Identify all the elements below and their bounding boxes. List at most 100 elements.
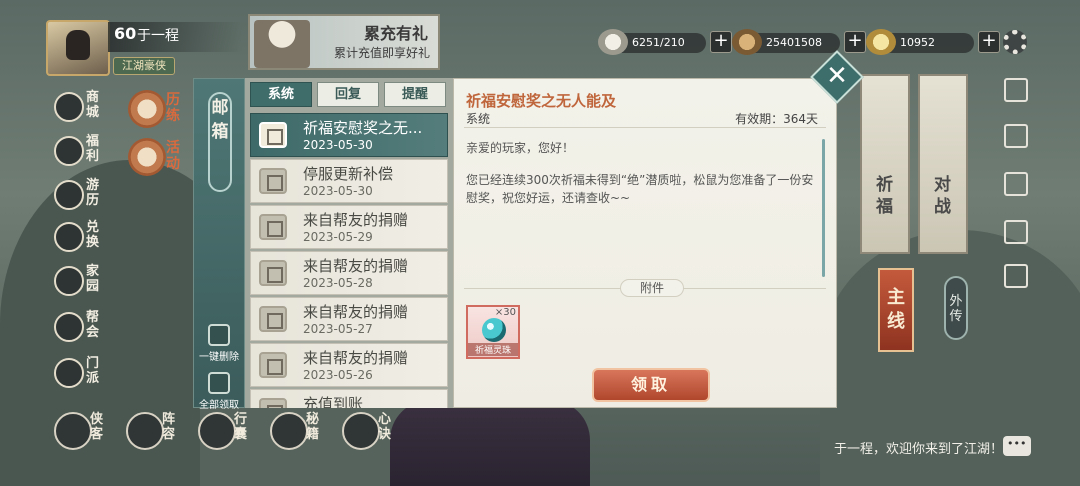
chat-message[interactable]: 于一程，欢迎你来到了江湖！	[834, 438, 1003, 457]
scroll-label: 祈福	[876, 175, 893, 217]
trash-icon	[208, 324, 230, 346]
nav-welfare[interactable]: 福利	[52, 132, 104, 176]
resource-value: 10952	[900, 36, 935, 49]
add-silver-button[interactable]: +	[710, 31, 732, 53]
mail-list-item[interactable]: 祈福安慰奖之无... 2023-05-30	[250, 113, 448, 157]
nav-label: 福利	[86, 134, 100, 164]
nav-mind-arts[interactable]: 心诀	[342, 412, 402, 456]
mail-list-item[interactable]: 停服更新补偿 2023-05-30	[250, 159, 448, 203]
nav-label: 活动	[166, 140, 180, 172]
mail-item-title: 来自帮友的捐赠	[303, 257, 409, 275]
mail-scrollbar[interactable]	[822, 139, 825, 277]
nav-training[interactable]: 历练	[128, 90, 190, 134]
mail-item-title: 来自帮友的捐赠	[303, 349, 409, 367]
add-gold-button[interactable]: +	[978, 31, 1000, 53]
mail-envelope-icon	[259, 168, 287, 194]
mail-item-date: 2023-05-29	[303, 230, 373, 244]
checklist-icon[interactable]	[1004, 220, 1028, 244]
copper-icon	[732, 29, 762, 55]
attachment-label: 附件	[620, 279, 684, 297]
card-icon[interactable]	[1004, 124, 1028, 148]
attachment-count: ×30	[494, 307, 516, 318]
nav-heroes[interactable]: 侠客	[54, 412, 114, 456]
claim-all-button[interactable]: 全部领取	[194, 372, 244, 411]
book-icon[interactable]	[1004, 264, 1028, 288]
nav-label: 秘籍	[306, 412, 320, 442]
nav-label: 行囊	[234, 412, 248, 442]
welfare-icon	[54, 136, 84, 166]
mail-item-date: 2023-05-26	[303, 368, 373, 382]
mail-item-title: 来自帮友的捐赠	[303, 211, 409, 229]
mail-list-item[interactable]: 来自帮友的捐赠 2023-05-26	[250, 343, 448, 387]
add-copper-button[interactable]: +	[844, 31, 866, 53]
mail-sender: 系统	[466, 112, 491, 126]
nav-label: 门派	[86, 356, 100, 386]
mail-envelope-icon	[259, 398, 287, 408]
nav-lineup[interactable]: 阵容	[126, 412, 186, 456]
mail-envelope-icon	[259, 352, 287, 378]
attachment-item[interactable]: ×30 祈福灵珠	[466, 305, 520, 359]
tab-reply[interactable]: 回复	[317, 82, 379, 107]
close-icon[interactable]: ✕	[818, 58, 856, 96]
scroll-battle[interactable]: 对战	[918, 74, 968, 254]
banner-character-image	[254, 20, 310, 68]
main-story-button[interactable]: 主线	[878, 268, 914, 352]
mail-envelope-icon	[259, 306, 287, 332]
lineup-icon	[126, 412, 164, 450]
tab-system[interactable]: 系统	[250, 82, 312, 107]
avatar[interactable]	[46, 20, 110, 76]
delete-all-button[interactable]: 一键删除	[194, 324, 244, 363]
training-icon	[128, 90, 166, 128]
guild-icon	[54, 312, 84, 342]
mail-panel-title: 邮箱	[208, 92, 232, 192]
attachment-name: 祈福灵珠	[468, 343, 518, 356]
chat-icon[interactable]	[1003, 436, 1031, 456]
mail-list-item[interactable]: 来自帮友的捐赠 2023-05-28	[250, 251, 448, 295]
claim-button[interactable]: 领取	[592, 368, 710, 402]
tab-reminder[interactable]: 提醒	[384, 82, 446, 107]
mail-item-title: 来自帮友的捐赠	[303, 303, 409, 321]
manual-icon	[270, 412, 308, 450]
background-character	[390, 400, 590, 486]
nav-guild[interactable]: 帮会	[52, 308, 104, 352]
mail-item-date: 2023-05-30	[303, 184, 373, 198]
ranking-icon[interactable]	[1004, 78, 1028, 102]
nav-manuals[interactable]: 秘籍	[270, 412, 330, 456]
nav-exchange[interactable]: 兑换	[52, 218, 104, 262]
mail-item-title: 停服更新补偿	[303, 165, 394, 183]
player-title-badge: 江湖豪侠	[113, 57, 175, 75]
scroll-pray[interactable]: 祈福	[860, 74, 910, 254]
mail-greeting: 亲爱的玩家，您好！	[466, 141, 575, 155]
spirit-orb-icon	[482, 318, 506, 342]
nav-label: 游历	[86, 178, 100, 208]
mail-item-date: 2023-05-30	[303, 138, 373, 152]
gear-icon[interactable]	[1003, 30, 1027, 54]
mail-item-title: 充值到账	[303, 395, 364, 408]
mail-list-item[interactable]: 来自帮友的捐赠 2023-05-27	[250, 297, 448, 341]
scroll-icon[interactable]	[1004, 172, 1028, 196]
nav-bag[interactable]: 行囊	[198, 412, 258, 456]
home-icon	[54, 266, 84, 296]
nav-label: 历练	[166, 92, 180, 124]
recharge-banner[interactable]: 累充有礼 累计充值即享好礼	[248, 14, 440, 70]
nav-travel[interactable]: 游历	[52, 176, 104, 220]
nav-shop[interactable]: 商城	[52, 88, 104, 132]
mail-item-date: 2023-05-27	[303, 322, 373, 336]
resource-value: 25401508	[766, 36, 822, 49]
mail-list-item[interactable]: 充值到账	[250, 389, 448, 408]
claim-all-label: 全部领取	[199, 400, 239, 411]
side-story-button[interactable]: 外传	[944, 276, 968, 340]
delete-all-label: 一键删除	[199, 352, 239, 363]
nav-home[interactable]: 家园	[52, 262, 104, 306]
hero-icon	[54, 412, 92, 450]
mail-envelope-icon	[259, 122, 287, 148]
bag-icon	[198, 412, 236, 450]
exchange-icon	[54, 222, 84, 252]
mail-list-item[interactable]: 来自帮友的捐赠 2023-05-29	[250, 205, 448, 249]
activity-icon	[128, 138, 166, 176]
divider	[464, 127, 826, 128]
nav-activity[interactable]: 活动	[128, 138, 190, 182]
mail-validity: 有效期：364天	[735, 112, 818, 126]
nav-sect[interactable]: 门派	[52, 354, 104, 398]
banner-title: 累充有礼	[363, 24, 428, 43]
